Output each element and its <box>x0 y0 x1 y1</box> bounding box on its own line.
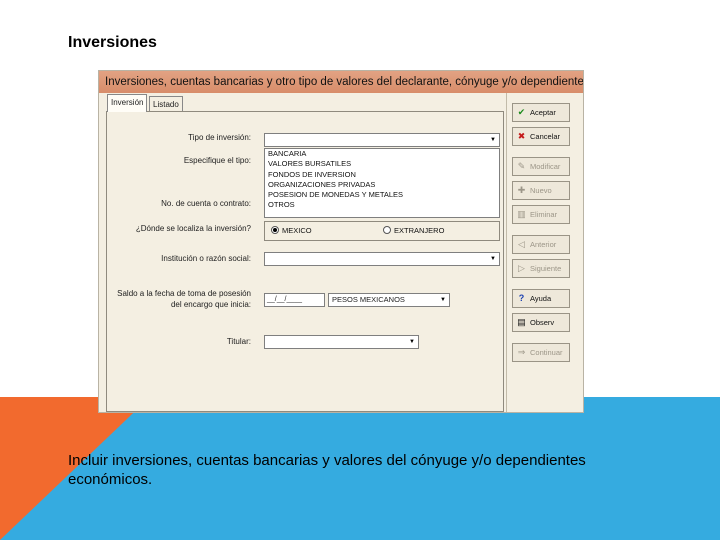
slide-caption: Incluir inversiones, cuentas bancarias y… <box>68 452 586 488</box>
tab-inversion[interactable]: Inversión <box>107 94 148 112</box>
saldo-label: Saldo a la fecha de toma de posesión del… <box>117 289 251 309</box>
ubicacion-label: ¿Dónde se localiza la inversión? <box>135 224 251 233</box>
notes-icon: ▤ <box>517 317 526 327</box>
slide-title: Inversiones <box>68 34 157 51</box>
anterior-label: Anterior <box>530 240 557 249</box>
observ-button[interactable]: ▤ Observ <box>512 313 570 332</box>
form-panel: Tipo de inversión: ▼ Especifique el tipo… <box>106 111 504 412</box>
modificar-button[interactable]: ✎ Modificar <box>512 157 570 176</box>
tab-listado[interactable]: Listado <box>149 96 183 112</box>
list-item[interactable]: POSESION DE MONEDAS Y METALES <box>265 190 499 200</box>
nuevo-label: Nuevo <box>530 186 552 195</box>
continue-icon: ⇒ <box>517 347 526 357</box>
list-item[interactable]: FONDOS DE INVERSION <box>265 170 499 180</box>
divider <box>506 93 507 412</box>
titular-select[interactable]: ▼ <box>264 335 419 349</box>
observ-label: Observ <box>530 318 555 327</box>
eliminar-button[interactable]: ▥ Eliminar <box>512 205 570 224</box>
window-title: Inversiones, cuentas bancarias y otro ti… <box>99 71 583 93</box>
radio-mexico[interactable]: MEXICO <box>271 226 312 235</box>
list-item[interactable]: ORGANIZACIONES PRIVADAS <box>265 180 499 190</box>
aceptar-label: Aceptar <box>530 108 556 117</box>
check-icon: ✔ <box>517 107 526 117</box>
x-icon: ✖ <box>517 131 526 141</box>
form-window: Inversiones, cuentas bancarias y otro ti… <box>98 70 584 413</box>
titular-label: Titular: <box>226 337 251 346</box>
siguiente-label: Siguiente <box>530 264 562 273</box>
eliminar-label: Eliminar <box>530 210 558 219</box>
anterior-button[interactable]: ◁ Anterior <box>512 235 570 254</box>
chevron-down-icon[interactable]: ▼ <box>488 254 498 264</box>
institucion-select[interactable]: ▼ <box>264 252 500 266</box>
arrow-left-icon: ◁ <box>518 239 525 249</box>
nuevo-button[interactable]: ✚ Nuevo <box>512 181 570 200</box>
especifique-listbox[interactable]: BANCARIA VALORES BURSATILES FONDOS DE IN… <box>264 148 500 218</box>
radio-dot[interactable] <box>383 226 391 234</box>
modificar-label: Modificar <box>530 162 561 171</box>
chevron-down-icon[interactable]: ▼ <box>407 337 417 347</box>
siguiente-button[interactable]: ▷ Siguiente <box>512 259 570 278</box>
radio-extranjero-label: EXTRANJERO <box>394 226 445 235</box>
ubicacion-radio-group: MEXICO EXTRANJERO <box>264 221 500 241</box>
cancelar-button[interactable]: ✖ Cancelar <box>512 127 570 146</box>
new-icon: ✚ <box>517 185 526 195</box>
chevron-down-icon[interactable]: ▼ <box>438 295 448 305</box>
radio-dot-selected[interactable] <box>271 226 279 234</box>
trash-icon: ▥ <box>517 209 526 219</box>
moneda-value: PESOS MEXICANOS <box>332 295 405 304</box>
list-item[interactable]: VALORES BURSATILES <box>265 159 499 169</box>
tipo-select[interactable]: ▼ <box>264 133 500 147</box>
list-item[interactable]: BANCARIA <box>265 149 499 159</box>
chevron-down-icon[interactable]: ▼ <box>488 135 498 145</box>
tipo-label: Tipo de inversión: <box>188 133 251 142</box>
arrow-right-icon: ▷ <box>518 263 525 273</box>
help-icon: ? <box>518 293 525 303</box>
institucion-label: Institución o razón social: <box>161 254 251 263</box>
especifique-label: Especifique el tipo: <box>183 156 251 165</box>
radio-extranjero[interactable]: EXTRANJERO <box>383 226 444 235</box>
aceptar-button[interactable]: ✔ Aceptar <box>512 103 570 122</box>
moneda-select[interactable]: PESOS MEXICANOS ▼ <box>328 293 450 307</box>
ayuda-button[interactable]: ? Ayuda <box>512 289 570 308</box>
edit-icon: ✎ <box>517 161 526 171</box>
list-item[interactable]: OTROS <box>265 200 499 210</box>
cuenta-label: No. de cuenta o contrato: <box>161 199 251 208</box>
ayuda-label: Ayuda <box>530 294 552 303</box>
continuar-button[interactable]: ⇒ Continuar <box>512 343 570 362</box>
radio-mexico-label: MEXICO <box>282 226 312 235</box>
saldo-date-field[interactable]: __/__/____ <box>264 293 325 307</box>
cancelar-label: Cancelar <box>530 132 561 141</box>
continuar-label: Continuar <box>530 348 563 357</box>
